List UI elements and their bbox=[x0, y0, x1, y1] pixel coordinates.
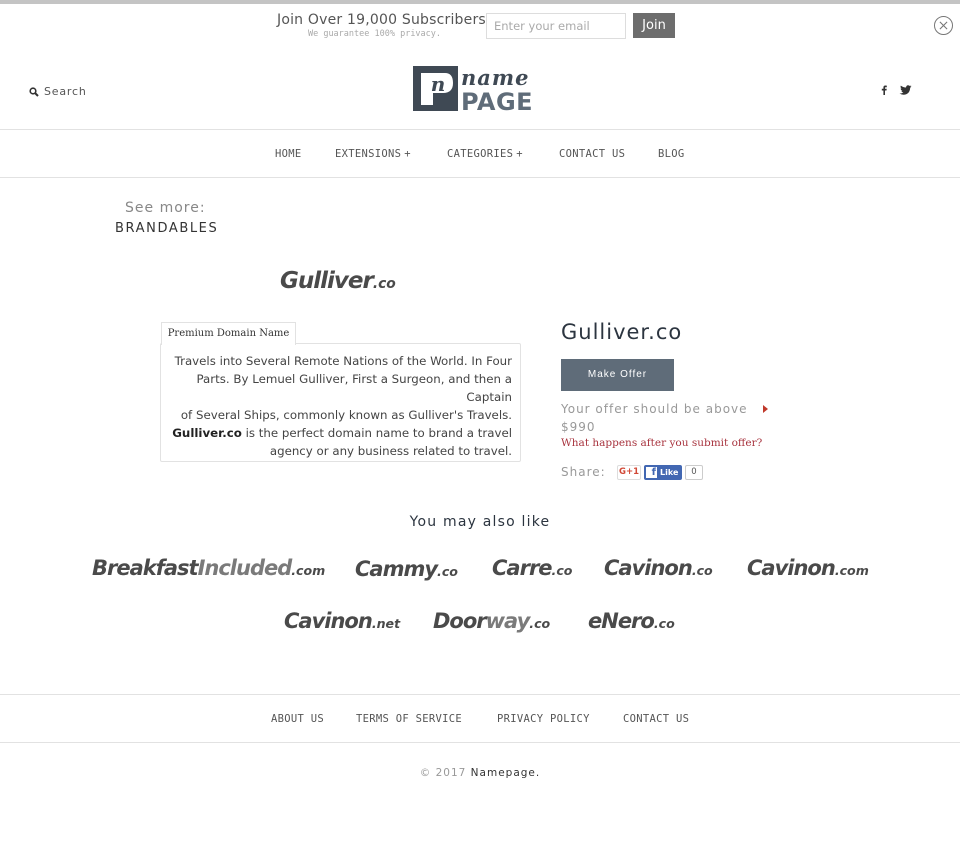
suggested-domain[interactable]: Cavinon.com bbox=[747, 556, 869, 580]
suggested-domain[interactable]: Carre.co bbox=[492, 556, 572, 580]
close-icon bbox=[939, 21, 948, 30]
subscribe-text: Join Over 19,000 Subscribers We guarante… bbox=[277, 12, 486, 39]
facebook-like-count: 0 bbox=[685, 465, 703, 480]
footer-link-contact-us[interactable]: CONTACT US bbox=[623, 713, 689, 725]
domain-title: Gulliver.co bbox=[561, 320, 683, 344]
main-nav: HOME EXTENSIONS + CATEGORIES + CONTACT US … bbox=[0, 129, 960, 178]
domain-logo-name: Gulliver bbox=[280, 268, 374, 294]
copyright-prefix: © 2017 bbox=[419, 767, 467, 779]
description-panel: Travels into Several Remote Nations of t… bbox=[160, 343, 521, 462]
copyright-brand-link[interactable]: Namepage. bbox=[471, 767, 541, 779]
description-line: Parts. By Lemuel Gulliver, First a Surge… bbox=[196, 372, 512, 404]
subscribe-email-input[interactable] bbox=[486, 13, 626, 39]
facebook-icon: f bbox=[646, 467, 657, 478]
search-label: Search bbox=[44, 85, 87, 98]
submenu-plus-icon: + bbox=[404, 148, 411, 160]
tab-premium-domain-name[interactable]: Premium Domain Name bbox=[161, 322, 296, 345]
offer-hint: Your offer should be above $990 bbox=[561, 400, 766, 436]
submenu-plus-icon: + bbox=[516, 148, 523, 160]
facebook-like-label: Like bbox=[660, 468, 679, 477]
nav-item-label: HOME bbox=[275, 148, 302, 160]
facebook-icon[interactable] bbox=[881, 85, 887, 95]
nav-item-extensions[interactable]: EXTENSIONS + bbox=[335, 148, 411, 160]
google-plus-button[interactable]: G+1 bbox=[617, 465, 641, 480]
domain-logo: Gulliver.co bbox=[280, 268, 396, 294]
see-more-label: See more: bbox=[125, 200, 206, 216]
suggested-name: Cavinon bbox=[284, 609, 373, 633]
suggested-name: Door bbox=[433, 609, 487, 633]
suggested-name-light: Included bbox=[197, 556, 293, 580]
description-line: agency or any business related to travel… bbox=[269, 444, 512, 458]
suggested-name: eNero bbox=[588, 609, 655, 633]
suggested-name: Breakfast bbox=[92, 556, 199, 580]
nav-item-categories[interactable]: CATEGORIES + bbox=[447, 148, 523, 160]
share-label: Share: bbox=[561, 465, 606, 479]
suggested-name: Cavinon bbox=[747, 556, 836, 580]
suggested-domain[interactable]: Cavinon.co bbox=[604, 556, 713, 580]
suggested-name: Cammy bbox=[355, 557, 438, 581]
social-links bbox=[881, 85, 912, 95]
suggested-name: Cavinon bbox=[604, 556, 693, 580]
footer-link-privacy-policy[interactable]: PRIVACY POLICY bbox=[497, 713, 590, 725]
description-line: Gulliver.co is the perfect domain name t… bbox=[169, 424, 512, 442]
twitter-icon[interactable] bbox=[899, 85, 912, 95]
search-button[interactable]: Search bbox=[29, 85, 87, 98]
suggested-tld: .co bbox=[529, 616, 551, 631]
top-border bbox=[0, 0, 960, 4]
suggested-domain[interactable]: Cavinon.net bbox=[284, 609, 400, 633]
subscribe-bar: Join Over 19,000 Subscribers We guarante… bbox=[0, 12, 960, 42]
domain-description: Travels into Several Remote Nations of t… bbox=[169, 352, 512, 460]
close-subscribe-button[interactable] bbox=[934, 16, 953, 35]
nav-item-contact-us[interactable]: CONTACT US bbox=[559, 148, 625, 160]
suggested-tld: .co bbox=[551, 563, 573, 578]
suggested-tld: .co bbox=[653, 616, 675, 631]
logo-word-top: name bbox=[461, 65, 529, 90]
also-like-title: You may also like bbox=[409, 514, 551, 530]
nav-item-blog[interactable]: BLOG bbox=[658, 148, 685, 160]
logo-mark-letter: n bbox=[431, 72, 446, 96]
domain-logo-tld: .co bbox=[372, 276, 396, 292]
offer-hint-text: Your offer should be above bbox=[561, 402, 748, 416]
suggested-tld: .net bbox=[371, 616, 401, 631]
subscribe-join-button[interactable]: Join bbox=[633, 13, 675, 38]
suggested-tld: .com bbox=[834, 563, 869, 578]
what-happens-link[interactable]: What happens after you submit offer? bbox=[561, 437, 762, 449]
description-domain-bold: Gulliver.co bbox=[172, 426, 242, 440]
suggested-tld: .com bbox=[291, 563, 326, 578]
offer-minimum-price: $990 bbox=[561, 420, 596, 434]
description-line: of Several Ships, commonly known as Gull… bbox=[180, 408, 512, 422]
suggested-name: Carre bbox=[492, 556, 553, 580]
description-line: Travels into Several Remote Nations of t… bbox=[174, 354, 512, 368]
description-tail: is the perfect domain name to brand a tr… bbox=[241, 426, 512, 440]
suggested-name-light: way bbox=[485, 609, 531, 633]
suggested-tld: .co bbox=[437, 564, 458, 579]
nav-item-label: EXTENSIONS bbox=[335, 148, 402, 160]
footer-link-terms-of-service[interactable]: TERMS OF SERVICE bbox=[356, 713, 462, 725]
facebook-like-button[interactable]: f Like bbox=[644, 465, 682, 480]
make-offer-button[interactable]: Make Offer bbox=[561, 359, 674, 391]
nav-item-home[interactable]: HOME bbox=[275, 148, 302, 160]
nav-item-label: CONTACT US bbox=[559, 148, 626, 160]
footer-link-about-us[interactable]: ABOUT US bbox=[271, 713, 324, 725]
footer-nav: ABOUT US TERMS OF SERVICE PRIVACY POLICY… bbox=[0, 694, 960, 743]
caret-right-icon[interactable] bbox=[763, 405, 768, 413]
suggested-domain[interactable]: BreakfastIncluded.com bbox=[92, 556, 325, 580]
brandables-link[interactable]: BRANDABLES bbox=[115, 221, 218, 236]
subscribe-privacy-note: We guarantee 100% privacy. bbox=[307, 29, 442, 39]
copyright: © 2017 Namepage. bbox=[0, 767, 960, 779]
nav-item-label: BLOG bbox=[658, 148, 685, 160]
suggested-domain[interactable]: Doorway.co bbox=[433, 609, 550, 633]
subscribe-title: Join Over 19,000 Subscribers bbox=[277, 12, 486, 28]
suggested-tld: .co bbox=[691, 563, 713, 578]
search-icon bbox=[29, 86, 39, 97]
suggested-domain[interactable]: Cammy.co bbox=[355, 557, 458, 581]
logo-word-bottom: PAGE bbox=[461, 88, 533, 112]
suggested-domain[interactable]: eNero.co bbox=[588, 609, 675, 633]
nav-item-label: CATEGORIES bbox=[447, 148, 514, 160]
namepage-logo[interactable]: n name PAGE bbox=[413, 65, 549, 112]
